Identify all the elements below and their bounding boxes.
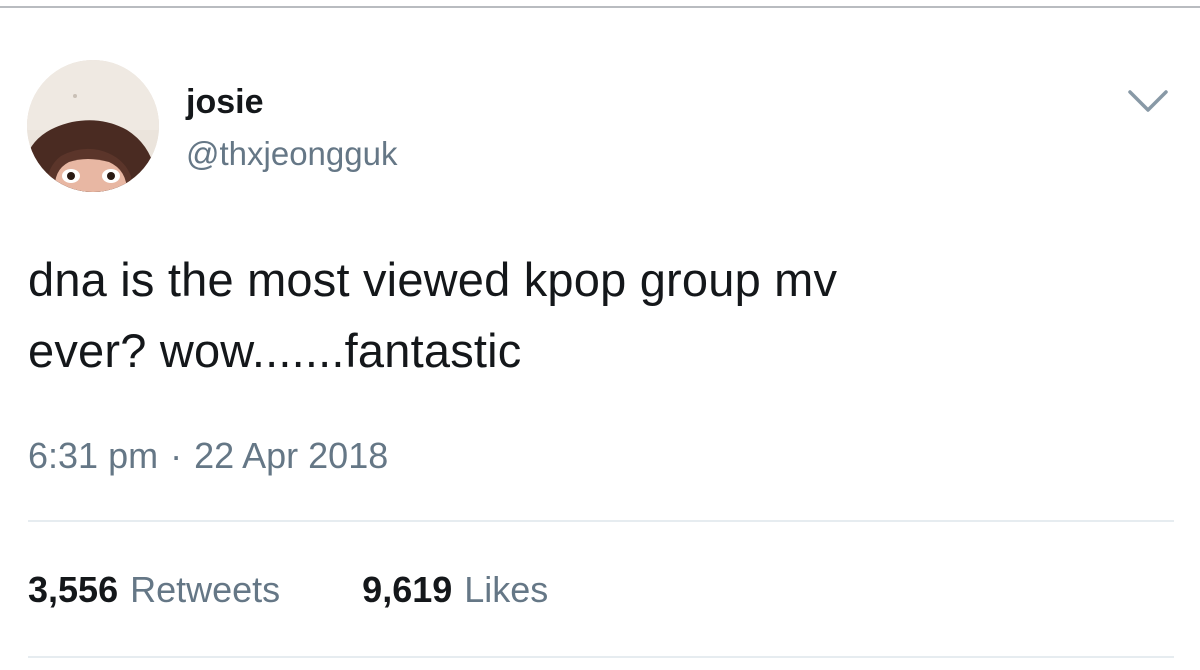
chevron-down-icon[interactable] <box>1124 84 1172 118</box>
timestamp-separator: · <box>170 435 183 476</box>
tweet-text: dna is the most viewed kpop group mv eve… <box>28 244 1148 386</box>
likes-label: Likes <box>464 569 549 610</box>
tweet-date: 22 Apr 2018 <box>194 435 389 476</box>
tweet-time: 6:31 pm <box>28 435 159 476</box>
divider <box>28 656 1174 658</box>
likes-stat[interactable]: 9,619 Likes <box>362 570 548 610</box>
retweets-stat[interactable]: 3,556 Retweets <box>28 570 280 610</box>
tweet-stats: 3,556 Retweets 9,619 Likes <box>28 570 548 610</box>
retweets-label: Retweets <box>130 569 281 610</box>
avatar-photo <box>27 60 159 192</box>
tweet-card: josie @thxjeongguk dna is the most viewe… <box>0 8 1200 670</box>
timestamp[interactable]: 6:31 pm · 22 Apr 2018 <box>28 436 388 476</box>
tweet-text-line: dna is the most viewed kpop group mv <box>28 253 838 306</box>
tweet-text-line: ever? wow.......fantastic <box>28 324 522 377</box>
display-name[interactable]: josie <box>186 82 263 122</box>
retweets-count: 3,556 <box>28 569 119 610</box>
avatar[interactable] <box>27 60 159 192</box>
divider <box>28 520 1174 522</box>
user-handle[interactable]: @thxjeongguk <box>186 134 397 174</box>
likes-count: 9,619 <box>362 569 453 610</box>
